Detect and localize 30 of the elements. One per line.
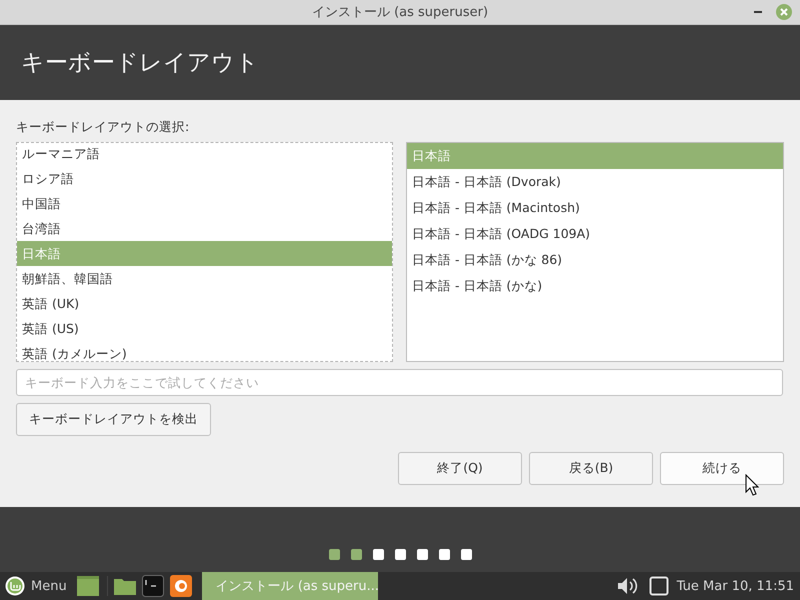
menu-button[interactable]: Menu <box>5 576 67 596</box>
page-title: キーボードレイアウト <box>21 49 259 78</box>
quit-button[interactable]: 終了(Q) <box>398 452 522 485</box>
layout-item[interactable]: ルーマニア語 <box>17 143 392 166</box>
variant-item[interactable]: 日本語 - 日本語 (かな) <box>407 273 783 299</box>
mint-logo-icon <box>5 576 25 596</box>
window-title: インストール (as superuser) <box>312 4 488 21</box>
test-input-field[interactable]: キーボード入力をここで試してください <box>16 369 783 396</box>
mouse-cursor-icon <box>745 474 759 496</box>
terminal-icon[interactable] <box>142 575 164 597</box>
desktop-icon[interactable] <box>76 576 99 596</box>
variant-item[interactable]: 日本語 - 日本語 (Dvorak) <box>407 169 783 195</box>
browser-icon[interactable] <box>170 575 192 597</box>
back-button[interactable]: 戻る(B) <box>529 452 653 485</box>
layout-item[interactable]: 朝鮮語、韓国語 <box>17 266 392 291</box>
layout-item[interactable]: 英語 (カメルーン) <box>17 341 392 361</box>
layout-item[interactable]: 英語 (US) <box>17 316 392 341</box>
clock[interactable]: Tue Mar 10, 11:51 <box>676 578 794 594</box>
variant-item[interactable]: 日本語 - 日本語 (OADG 109A) <box>407 221 783 247</box>
detect-layout-button[interactable]: キーボードレイアウトを検出 <box>16 403 211 436</box>
layout-label: キーボードレイアウトの選択: <box>16 119 190 136</box>
layout-item[interactable]: ロシア語 <box>17 166 392 191</box>
layout-item[interactable]: 台湾語 <box>17 216 392 241</box>
notification-icon[interactable] <box>648 576 669 596</box>
continue-button[interactable]: 続ける <box>660 452 784 485</box>
layout-item[interactable]: 中国語 <box>17 191 392 216</box>
variant-item[interactable]: 日本語 - 日本語 (Macintosh) <box>407 195 783 221</box>
variant-item[interactable]: 日本語 - 日本語 (かな 86) <box>407 247 783 273</box>
folder-icon[interactable] <box>114 577 136 595</box>
layout-item[interactable]: 英語 (UK) <box>17 291 392 316</box>
